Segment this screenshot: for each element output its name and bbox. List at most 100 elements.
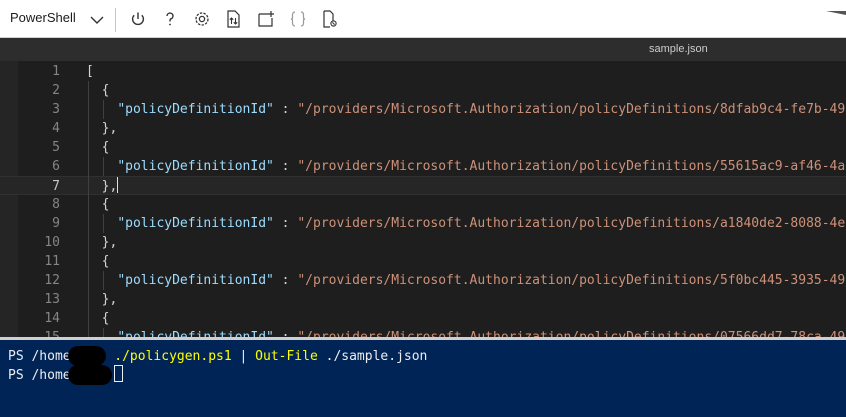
code-line[interactable]: 10 }, <box>0 233 846 252</box>
indent-guide <box>103 100 104 119</box>
editor-tab-title[interactable]: sample.json <box>649 43 708 55</box>
line-number: 7 <box>52 179 60 194</box>
line-number: 12 <box>44 273 60 288</box>
code-line[interactable]: 11 { <box>0 252 846 271</box>
json-string-value: "/providers/Microsoft.Authorization/poli… <box>297 216 846 231</box>
gear-icon[interactable] <box>192 9 212 29</box>
indent-guide <box>88 81 89 337</box>
line-code: { <box>86 138 110 157</box>
line-code: "policyDefinitionId" : "/providers/Micro… <box>86 214 846 233</box>
line-code: }, <box>86 290 118 309</box>
line-code: "policyDefinitionId" : "/providers/Micro… <box>86 100 846 119</box>
terminal-line-1: PS /home/ ./policygen.ps1 | Out-File ./s… <box>8 346 427 366</box>
line-number: 13 <box>44 292 60 307</box>
line-code: }, <box>86 233 118 252</box>
line-number: 5 <box>52 140 60 155</box>
editor-tab-bar: sample.json <box>0 38 846 61</box>
json-punctuation: }, <box>86 235 118 250</box>
line-code: { <box>86 195 110 214</box>
json-string-value: "/providers/Microsoft.Authorization/poli… <box>297 102 846 117</box>
json-separator: : <box>273 273 298 288</box>
line-number: 14 <box>44 311 60 326</box>
terminal-cursor[interactable] <box>114 365 124 382</box>
json-key: "policyDefinitionId" <box>117 102 274 117</box>
json-punctuation: { <box>86 140 110 155</box>
window-edge-artifact <box>826 0 846 15</box>
line-code: }, <box>86 177 119 196</box>
code-line[interactable]: 13 }, <box>0 290 846 309</box>
line-number: 9 <box>52 216 60 231</box>
json-string-value: "/providers/Microsoft.Authorization/poli… <box>297 330 846 337</box>
line-number: 4 <box>52 121 60 136</box>
terminal-pane[interactable]: PS /home/ ./policygen.ps1 | Out-File ./s… <box>0 337 846 417</box>
json-string-value: "/providers/Microsoft.Authorization/poli… <box>297 159 846 174</box>
web-preview-icon[interactable] <box>320 9 340 29</box>
code-line[interactable]: 6 "policyDefinitionId" : "/providers/Mic… <box>0 157 846 176</box>
indent-guide <box>103 214 104 233</box>
toolbar-separator <box>115 8 116 32</box>
json-key: "policyDefinitionId" <box>117 273 274 288</box>
json-punctuation: }, <box>86 292 118 307</box>
code-line[interactable]: 12 "policyDefinitionId" : "/providers/Mi… <box>0 271 846 290</box>
json-key: "policyDefinitionId" <box>117 216 274 231</box>
line-number: 15 <box>0 328 60 337</box>
json-key: "policyDefinitionId" <box>117 330 274 337</box>
terminal-argument: ./sample.json <box>317 349 428 364</box>
indent-guide <box>103 271 104 290</box>
line-code: { <box>86 252 110 271</box>
code-editor[interactable]: 1[2 {3 "policyDefinitionId" : "/provider… <box>0 61 846 337</box>
code-line[interactable]: 7 }, <box>0 176 846 195</box>
json-punctuation: { <box>86 254 110 269</box>
line-code: }, <box>86 119 118 138</box>
code-line[interactable]: 1[ <box>0 62 846 81</box>
code-line[interactable]: 14 { <box>0 309 846 328</box>
code-line[interactable]: 4 }, <box>0 119 846 138</box>
redacted-username <box>68 346 107 366</box>
line-code: "policyDefinitionId" : "/providers/Micro… <box>86 328 846 337</box>
line-number: 6 <box>52 159 60 174</box>
line-number: 8 <box>52 197 60 212</box>
cloud-shell-toolbar: PowerShell <box>0 0 846 38</box>
json-key: "policyDefinitionId" <box>117 159 274 174</box>
json-punctuation: { <box>86 197 110 212</box>
json-punctuation: }, <box>86 121 118 136</box>
line-code: "policyDefinitionId" : "/providers/Micro… <box>86 157 846 176</box>
shell-selector[interactable]: PowerShell <box>10 10 76 25</box>
terminal-pipe: | <box>231 349 256 364</box>
terminal-command: ./policygen.ps1 <box>114 349 232 364</box>
new-session-icon[interactable] <box>256 9 276 29</box>
json-separator: : <box>273 216 298 231</box>
line-code: "policyDefinitionId" : "/providers/Micro… <box>86 271 846 290</box>
json-separator: : <box>273 102 298 117</box>
json-string-value: "/providers/Microsoft.Authorization/poli… <box>297 273 846 288</box>
redacted-username <box>68 365 113 385</box>
line-code: { <box>86 81 110 100</box>
power-icon[interactable] <box>128 9 148 29</box>
json-separator: : <box>273 159 298 174</box>
json-punctuation: }, <box>86 179 118 194</box>
json-punctuation: { <box>86 311 110 326</box>
help-icon[interactable] <box>160 9 180 29</box>
code-line[interactable]: 2 { <box>0 81 846 100</box>
json-separator: : <box>274 330 297 337</box>
chevron-down-icon[interactable] <box>89 12 105 28</box>
json-punctuation: [ <box>86 64 94 79</box>
line-number: 10 <box>44 235 60 250</box>
code-line[interactable]: 3 "policyDefinitionId" : "/providers/Mic… <box>0 100 846 119</box>
line-code: [ <box>86 62 94 81</box>
indent-guide <box>103 328 104 337</box>
code-line[interactable]: 15 "policyDefinitionId" : "/providers/Mi… <box>0 328 846 337</box>
terminal-cmdlet: Out-File <box>255 349 318 364</box>
line-code: { <box>86 309 110 328</box>
code-line[interactable]: 9 "policyDefinitionId" : "/providers/Mic… <box>0 214 846 233</box>
indent-guide <box>103 157 104 176</box>
text-caret <box>117 177 119 193</box>
terminal-line-2: PS /home/ <box>8 365 124 385</box>
line-number: 2 <box>52 83 60 98</box>
line-number: 1 <box>52 64 60 79</box>
line-number: 11 <box>44 254 60 269</box>
upload-download-icon[interactable] <box>224 9 244 29</box>
code-line[interactable]: 5 { <box>0 138 846 157</box>
code-line[interactable]: 8 { <box>0 195 846 214</box>
braces-icon[interactable] <box>288 9 308 29</box>
